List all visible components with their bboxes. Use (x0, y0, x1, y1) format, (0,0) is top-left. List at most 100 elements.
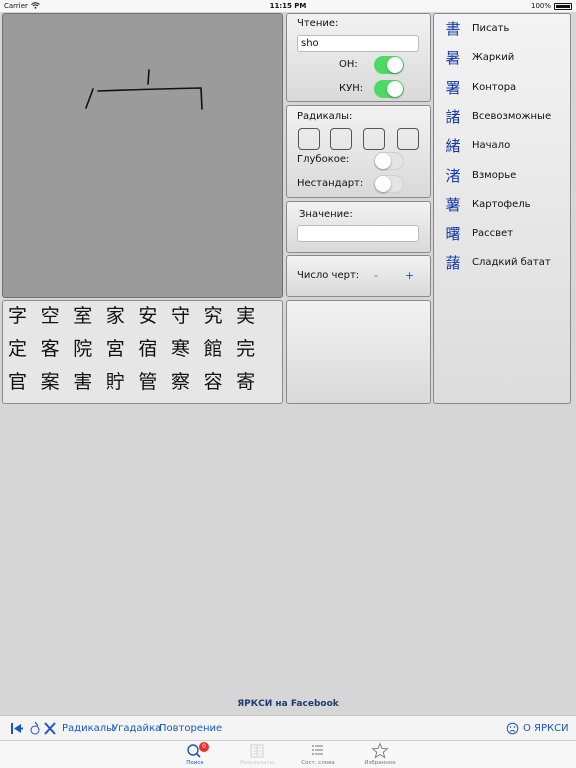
radicals-label: Радикалы: (297, 111, 353, 122)
radical-slot-3[interactable] (363, 128, 385, 150)
candidate-kanji[interactable]: 守 (171, 303, 204, 330)
search-icon (165, 742, 225, 759)
radical-slot-4[interactable] (397, 128, 419, 150)
candidate-kanji[interactable]: 管 (138, 369, 171, 396)
tab-results[interactable]: Результаты (227, 742, 287, 767)
radical-slot-1[interactable] (298, 128, 320, 150)
result-row[interactable]: 曙 Рассвет (434, 219, 570, 248)
result-row[interactable]: 緒 Начало (434, 131, 570, 160)
meaning-input[interactable] (297, 225, 419, 242)
tab-word-composition-label: Сост. слова (301, 760, 335, 766)
result-row[interactable]: 書 Писать (434, 14, 570, 43)
stroke-count-label: Число черт: (297, 270, 360, 281)
results-list: 書 Писать 暑 Жаркий 署 Контора 諸 Всевозможные 緒 Нача… (433, 13, 571, 404)
candidate-kanji[interactable]: 宮 (106, 336, 139, 363)
kun-toggle[interactable] (374, 80, 404, 98)
candidate-kanji[interactable]: 完 (236, 336, 269, 363)
tab-bar: 0 Поиск Результаты Сост. слова Избранное (0, 740, 576, 768)
result-kanji: 渚 (445, 166, 461, 185)
drawn-strokes (85, 69, 203, 110)
tab-word-composition[interactable]: Сост. слова (288, 742, 348, 767)
facebook-link[interactable]: ЯРКСИ на Facebook (0, 699, 576, 709)
candidate-kanji[interactable]: 官 (8, 369, 41, 396)
candidate-kanji[interactable]: 案 (41, 369, 74, 396)
candidate-kanji[interactable]: 究 (204, 303, 237, 330)
result-row[interactable]: 渚 Взморье (434, 161, 570, 190)
tab-results-label: Результаты (240, 760, 274, 766)
result-row[interactable]: 薯 Картофель (434, 190, 570, 219)
close-icon[interactable] (43, 716, 57, 741)
result-row[interactable]: 署 Контора (434, 73, 570, 102)
candidate-kanji[interactable]: 寒 (171, 336, 204, 363)
battery-icon (554, 2, 572, 10)
result-kanji: 藷 (445, 254, 461, 273)
repeat-button[interactable]: Повторение (159, 716, 222, 741)
tab-favorites-label: Избранное (364, 760, 396, 766)
result-row[interactable]: 諸 Всевозможные (434, 102, 570, 131)
jump-to-start-icon[interactable] (10, 716, 24, 741)
result-kanji: 書 (445, 20, 461, 38)
clear-stroke-icon[interactable] (29, 716, 41, 741)
result-meaning: Контора (472, 81, 517, 93)
kun-label: КУН: (339, 83, 364, 94)
reading-panel: Чтение: sho ОН: КУН: (286, 13, 431, 102)
reading-input[interactable]: sho (297, 35, 419, 52)
candidate-kanji[interactable]: 室 (73, 303, 106, 330)
candidate-kanji[interactable]: 定 (8, 336, 41, 363)
candidate-kanji[interactable]: 貯 (106, 369, 139, 396)
result-meaning: Начало (472, 140, 511, 152)
candidate-kanji[interactable]: 客 (41, 336, 74, 363)
radicals-button[interactable]: Радикалы (62, 716, 114, 741)
candidate-kanji[interactable]: 察 (171, 369, 204, 396)
result-meaning: Жаркий (472, 52, 515, 64)
search-badge: 0 (199, 742, 209, 752)
candidate-kanji[interactable]: 容 (204, 369, 237, 396)
result-row[interactable]: 藷 Сладкий батат (434, 248, 570, 277)
list-icon (288, 742, 348, 759)
nonstandard-label: Нестандарт: (297, 178, 364, 189)
on-label: ОН: (339, 59, 358, 70)
result-kanji: 署 (445, 78, 461, 97)
result-meaning: Картофель (472, 198, 531, 210)
deep-toggle[interactable] (374, 152, 404, 170)
drawing-pad[interactable] (2, 13, 283, 298)
about-button[interactable]: О ЯРКСИ (523, 716, 569, 741)
result-kanji: 暑 (445, 49, 461, 68)
candidate-kanji[interactable]: 実 (236, 303, 269, 330)
stroke-minus-button[interactable]: - (374, 269, 378, 282)
stroke-plus-button[interactable]: + (405, 269, 414, 282)
candidate-kanji[interactable]: 空 (41, 303, 74, 330)
candidate-kanji[interactable]: 安 (138, 303, 171, 330)
candidate-kanji[interactable]: 館 (204, 336, 237, 363)
result-kanji: 薯 (445, 195, 461, 214)
candidate-kanji[interactable]: 字 (8, 303, 41, 330)
radical-slot-2[interactable] (330, 128, 352, 150)
result-meaning: Сладкий батат (472, 257, 551, 269)
empty-panel (286, 300, 431, 404)
nonstandard-toggle[interactable] (374, 175, 404, 193)
on-toggle[interactable] (374, 56, 404, 74)
guess-button[interactable]: Угадайка (112, 716, 161, 741)
stroke-count-panel: Число черт: - + (286, 255, 431, 297)
about-icon[interactable] (506, 716, 519, 741)
candidate-grid: 字空室家安守究実定客院宮宿寒館完官案害貯管察容寄 (8, 303, 269, 396)
candidate-kanji[interactable]: 害 (73, 369, 106, 396)
result-row[interactable]: 暑 Жаркий (434, 43, 570, 72)
candidate-kanji[interactable]: 院 (73, 336, 106, 363)
tab-search[interactable]: 0 Поиск (165, 742, 225, 767)
meaning-panel: Значение: (286, 201, 431, 253)
candidate-kanji[interactable]: 寄 (236, 369, 269, 396)
reading-label: Чтение: (297, 18, 339, 29)
deep-label: Глубокое: (297, 154, 350, 165)
candidate-kanji-panel: 字空室家安守究実定客院宮宿寒館完官案害貯管察容寄 (2, 300, 283, 404)
wifi-icon (31, 1, 40, 11)
result-kanji: 緒 (445, 137, 461, 156)
tab-favorites[interactable]: Избранное (350, 742, 410, 767)
star-icon (350, 742, 410, 759)
result-meaning: Писать (472, 23, 510, 34)
candidate-kanji[interactable]: 宿 (138, 336, 171, 363)
candidate-kanji[interactable]: 家 (106, 303, 139, 330)
radicals-panel: Радикалы: Глубокое: Нестандарт: (286, 105, 431, 198)
status-bar: Carrier 11:15 PM 100% (0, 0, 576, 12)
tab-search-label: Поиск (186, 760, 204, 766)
